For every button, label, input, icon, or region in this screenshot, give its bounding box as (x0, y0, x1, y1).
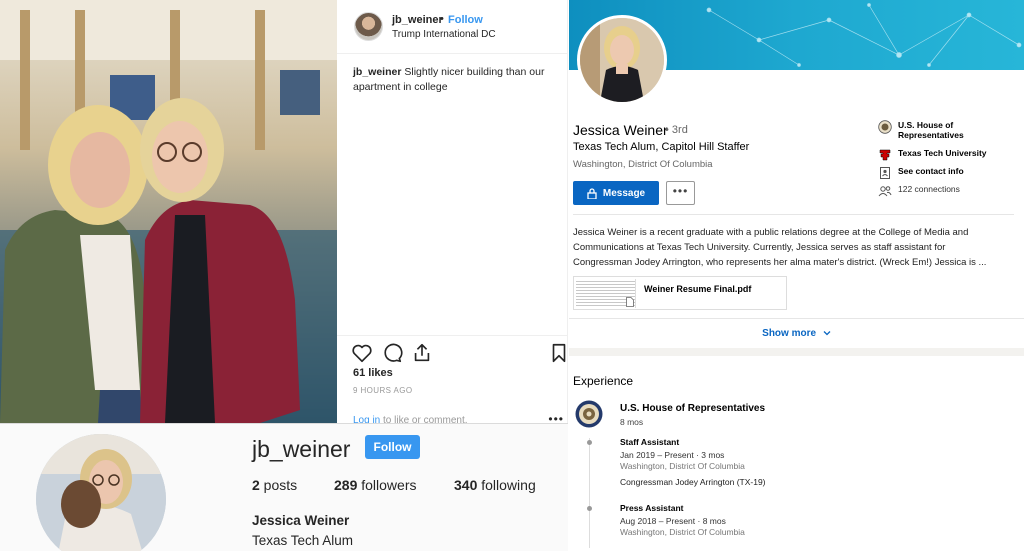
more-actions-button[interactable]: ••• (666, 181, 695, 205)
comment-icon[interactable] (381, 342, 403, 364)
linkedin-profile: Jessica Weiner • 3rd Texas Tech Alum, Ca… (569, 0, 1024, 551)
bookmark-icon[interactable] (548, 342, 570, 364)
role-description: Congressman Jodey Arrington (TX-19) (620, 477, 766, 487)
house-seal-icon (878, 120, 892, 134)
post-location[interactable]: Trump International DC (392, 29, 496, 40)
heart-icon[interactable] (351, 342, 373, 364)
chevron-down-icon (823, 331, 831, 336)
role-dates: Aug 2018 – Present · 8 mos (620, 516, 726, 526)
divider (573, 214, 1014, 215)
role-title: Staff Assistant (620, 437, 680, 447)
caption-username[interactable]: jb_weiner (353, 66, 401, 78)
lock-icon (587, 187, 597, 199)
like-count[interactable]: 61 likes (353, 367, 393, 379)
contact-info-link[interactable]: See contact info (878, 166, 964, 180)
about-line: Communications at Texas Tech University.… (573, 242, 946, 253)
linkedin-headline: Texas Tech Alum, Capitol Hill Staffer (573, 141, 750, 153)
profile-username: jb_weiner (252, 436, 351, 462)
linkedin-location: Washington, District Of Columbia (573, 159, 713, 170)
followers-count: 289 (334, 477, 358, 493)
contact-card-icon (880, 167, 890, 179)
timeline-dot (587, 440, 592, 445)
company-name: U.S. House of Representatives (898, 120, 964, 140)
company-name-line-2: Representatives (898, 130, 964, 140)
profile-avatar (36, 434, 166, 551)
post-timestamp: 9 HOURS AGO (353, 386, 413, 395)
separator-dot: • (440, 13, 444, 25)
posts-label: posts (259, 477, 298, 493)
role-location: Washington, District Of Columbia (620, 461, 745, 471)
following-stat[interactable]: 340 following (454, 477, 536, 493)
posts-stat: 2 posts (252, 477, 297, 493)
post-author-username[interactable]: jb_weiner (392, 14, 443, 26)
followers-stat[interactable]: 289 followers (334, 477, 417, 493)
profile-full-name: Jessica Weiner (252, 513, 350, 528)
connections-count[interactable]: 122 connections (878, 184, 960, 198)
document-icon (626, 297, 634, 307)
show-more-button[interactable]: Show more (569, 318, 1024, 348)
house-seal-logo[interactable] (575, 400, 603, 428)
profile-bio: Texas Tech Alum (252, 533, 354, 548)
contact-info-label: See contact info (898, 166, 964, 176)
post-actions: 61 likes 9 HOURS AGO Log in to like or c… (337, 335, 570, 426)
about-line: Jessica Weiner is a recent graduate with… (573, 227, 969, 238)
section-title: Experience (573, 374, 634, 388)
following-count: 340 (454, 477, 478, 493)
about-line: Congressman Jodey Arrington, who represe… (573, 257, 987, 268)
share-icon[interactable] (411, 342, 433, 364)
linkedin-name: Jessica Weiner (573, 122, 668, 138)
follow-link[interactable]: Follow (448, 14, 483, 26)
post-sidebar: jb_weiner • Follow Trump International D… (337, 0, 570, 426)
people-icon (878, 186, 892, 197)
post-author-avatar[interactable] (354, 12, 383, 41)
linkedin-avatar[interactable] (577, 15, 667, 105)
school-name: Texas Tech University (898, 148, 987, 158)
posts-count: 2 (252, 477, 260, 493)
message-button-label: Message (602, 187, 646, 199)
experience-section: Experience U.S. House of Representatives… (569, 356, 1024, 551)
experience-company[interactable]: U.S. House of Representatives (620, 403, 765, 414)
texas-tech-logo-icon (879, 149, 891, 161)
current-company[interactable]: U.S. House of Representatives (878, 120, 964, 140)
linkedin-top-card: Jessica Weiner • 3rd Texas Tech Alum, Ca… (569, 0, 1024, 348)
about-summary: Jessica Weiner is a recent graduate with… (573, 225, 1013, 270)
role-location: Washington, District Of Columbia (620, 527, 745, 537)
resume-attachment[interactable]: Weiner Resume Final.pdf (573, 276, 787, 310)
experience-duration: 8 mos (620, 417, 644, 427)
school[interactable]: Texas Tech University (878, 148, 987, 162)
timeline-dot (587, 506, 592, 511)
message-button[interactable]: Message (573, 181, 659, 205)
post-photo (0, 0, 337, 423)
following-label: following (477, 477, 536, 493)
post-caption: jb_weiner Slightly nicer building than o… (353, 65, 558, 95)
connection-degree: • 3rd (665, 124, 688, 136)
timeline-line (589, 438, 590, 548)
resume-file-name: Weiner Resume Final.pdf (644, 284, 752, 294)
role-title: Press Assistant (620, 503, 684, 513)
connections-label: 122 connections (898, 184, 960, 194)
show-more-label: Show more (762, 328, 817, 339)
followers-label: followers (357, 477, 417, 493)
instagram-profile-header: jb_weiner Follow 2 posts 289 followers 3… (0, 423, 568, 551)
post-header: jb_weiner • Follow Trump International D… (337, 0, 568, 54)
role-dates: Jan 2019 – Present · 3 mos (620, 450, 725, 460)
company-name-line-1: U.S. House of (898, 120, 954, 130)
follow-button[interactable]: Follow (365, 435, 420, 459)
